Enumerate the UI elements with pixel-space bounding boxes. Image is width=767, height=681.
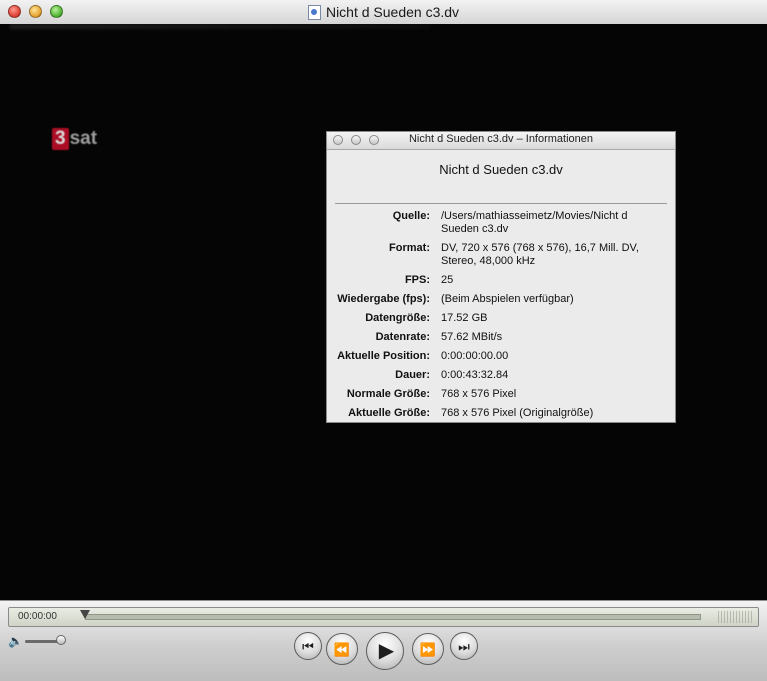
info-label: Datenrate: bbox=[375, 331, 430, 343]
info-row-format: Format: DV, 720 x 576 (768 x 576), 16,7 … bbox=[327, 242, 675, 268]
video-artifact bbox=[10, 24, 430, 29]
playhead-icon[interactable] bbox=[80, 610, 90, 619]
info-value: /Users/mathiasseimetz/Movies/Nicht d Sue… bbox=[441, 210, 628, 235]
document-proxy-icon[interactable] bbox=[307, 4, 321, 20]
info-row-normale-groesse: Normale Größe: 768 x 576 Pixel bbox=[327, 388, 675, 401]
controller-bar: 00:00:00 🔈 ⏮ ⏪ ▶ ⏩ ⏭ bbox=[0, 600, 767, 681]
info-value: 17.52 GB bbox=[441, 312, 488, 324]
info-value: 57.62 MBit/s bbox=[441, 331, 503, 343]
rewind-icon: ⏪ bbox=[333, 641, 351, 657]
info-label: FPS: bbox=[404, 274, 430, 286]
divider bbox=[335, 203, 667, 204]
info-panel-title: Nicht d Sueden c3.dv – Informationen bbox=[408, 133, 594, 145]
info-value: (Beim Abspielen verfügbar) bbox=[441, 293, 574, 305]
fast-forward-button[interactable]: ⏩ bbox=[412, 633, 444, 665]
info-value: 0:00:43:32.84 bbox=[441, 369, 509, 381]
scrub-track[interactable] bbox=[85, 614, 701, 620]
info-row-fps: FPS: 25 bbox=[327, 274, 675, 287]
title-bar[interactable]: Nicht d Sueden c3.dv bbox=[0, 0, 767, 25]
info-heading: Nicht d Sueden c3.dv bbox=[439, 162, 563, 177]
info-row-dauer: Dauer: 0:00:43:32.84 bbox=[327, 369, 675, 382]
skip-to-start-icon: ⏮ bbox=[302, 638, 314, 654]
skip-to-end-icon: ⏭ bbox=[458, 638, 470, 654]
title-wrap: Nicht d Sueden c3.dv bbox=[0, 0, 767, 24]
info-row-wiedergabe: Wiedergabe (fps): (Beim Abspielen verfüg… bbox=[327, 293, 675, 306]
info-panel: Nicht d Sueden c3.dv – Informationen Nic… bbox=[326, 131, 676, 423]
info-value: 768 x 576 Pixel bbox=[441, 388, 517, 400]
channel-logo: 3 sat bbox=[52, 128, 97, 150]
resize-grip-icon bbox=[718, 611, 752, 623]
info-rows: Quelle: /Users/mathiasseimetz/Movies/Nic… bbox=[327, 210, 675, 426]
info-label: Aktuelle Position: bbox=[337, 350, 430, 362]
window-title: Nicht d Sueden c3.dv bbox=[325, 4, 460, 20]
info-row-aktuelle-groesse: Aktuelle Größe: 768 x 576 Pixel (Origina… bbox=[327, 407, 675, 420]
info-value: 0:00:00:00.00 bbox=[441, 350, 509, 362]
info-row-datenrate: Datenrate: 57.62 MBit/s bbox=[327, 331, 675, 344]
rewind-button[interactable]: ⏪ bbox=[326, 633, 358, 665]
speaker-icon: 🔈 bbox=[8, 634, 23, 648]
info-label: Quelle: bbox=[392, 210, 430, 222]
info-value: 25 bbox=[441, 274, 454, 286]
time-scrubber[interactable]: 00:00:00 bbox=[8, 607, 759, 627]
skip-to-start-button[interactable]: ⏮ bbox=[294, 632, 322, 660]
info-label: Format: bbox=[389, 242, 430, 254]
info-label: Wiedergabe (fps): bbox=[337, 293, 430, 305]
info-label: Aktuelle Größe: bbox=[348, 407, 430, 419]
info-label: Datengröße: bbox=[365, 312, 430, 324]
play-icon: ▶ bbox=[378, 640, 395, 662]
info-label: Normale Größe: bbox=[346, 388, 430, 400]
volume-knob[interactable] bbox=[56, 635, 66, 645]
timecode-display: 00:00:00 bbox=[18, 611, 57, 622]
logo-text: sat bbox=[69, 128, 98, 149]
info-row-quelle: Quelle: /Users/mathiasseimetz/Movies/Nic… bbox=[327, 210, 675, 236]
skip-to-end-button[interactable]: ⏭ bbox=[450, 632, 478, 660]
logo-number: 3 bbox=[52, 128, 69, 150]
quicktime-player-window: Nicht d Sueden c3.dv 3 sat Nicht d Suede… bbox=[0, 0, 767, 681]
info-row-datengroesse: Datengröße: 17.52 GB bbox=[327, 312, 675, 325]
info-value: DV, 720 x 576 (768 x 576), 16,7 Mill. DV… bbox=[441, 242, 639, 267]
play-button[interactable]: ▶ bbox=[366, 632, 404, 670]
info-panel-titlebar[interactable]: Nicht d Sueden c3.dv – Informationen bbox=[327, 132, 675, 150]
fast-forward-icon: ⏩ bbox=[419, 641, 437, 657]
info-label: Dauer: bbox=[395, 369, 430, 381]
info-row-aktuelle-position: Aktuelle Position: 0:00:00:00.00 bbox=[327, 350, 675, 363]
info-value: 768 x 576 Pixel (Originalgröße) bbox=[441, 407, 594, 419]
